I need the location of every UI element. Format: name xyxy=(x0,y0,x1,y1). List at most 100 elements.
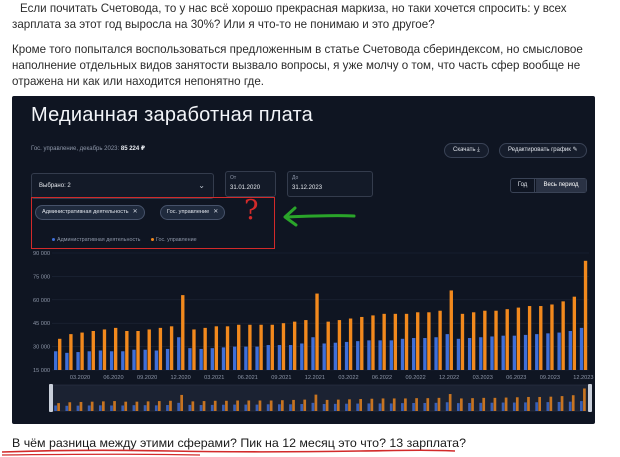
bar xyxy=(54,351,58,370)
bar xyxy=(579,327,584,370)
navigator-bar xyxy=(146,401,150,411)
bar xyxy=(471,312,476,370)
navigator-bar xyxy=(468,402,471,411)
bar xyxy=(423,338,427,370)
navigator-bar xyxy=(68,402,72,411)
navigator-bar xyxy=(426,398,430,411)
navigator-bar xyxy=(580,401,583,411)
navigator-bar xyxy=(482,397,486,411)
bar xyxy=(266,345,270,370)
bar xyxy=(371,315,375,370)
navigator-bar xyxy=(549,396,553,411)
bar xyxy=(233,346,237,370)
navigator-bar xyxy=(583,388,586,411)
navigator-bar xyxy=(98,405,102,411)
navigator-bar xyxy=(423,402,427,411)
x-tick-label: 12.2020 xyxy=(171,375,191,381)
navigator-bar xyxy=(79,401,83,411)
navigator-bar xyxy=(415,398,418,411)
navigator-bar xyxy=(535,402,538,411)
navigator-bar xyxy=(381,398,385,411)
navigator-bar xyxy=(132,405,136,411)
bar xyxy=(143,349,147,370)
bar xyxy=(456,338,461,370)
navigator-bar xyxy=(303,399,307,411)
bar xyxy=(378,340,382,370)
x-tick-label: 03.2020 xyxy=(70,375,90,381)
second-paragraph: Кроме того попытался воспользоваться пре… xyxy=(12,43,583,88)
bar xyxy=(561,301,565,370)
bar xyxy=(322,343,326,370)
bar xyxy=(516,307,521,370)
navigator-bar xyxy=(359,399,363,411)
bar xyxy=(404,313,409,370)
navigator-bar xyxy=(333,403,337,411)
bar xyxy=(109,351,114,370)
bar xyxy=(333,342,338,370)
navigator-bar xyxy=(401,403,404,411)
bar xyxy=(467,338,472,370)
bar xyxy=(438,310,442,370)
bar xyxy=(389,340,393,370)
y-tick-label: 45 000 xyxy=(33,321,50,327)
navigator-bar xyxy=(202,401,206,411)
bar xyxy=(400,338,405,370)
bar xyxy=(255,346,259,370)
bar xyxy=(393,313,398,370)
bar xyxy=(58,338,62,370)
navigator-bar xyxy=(456,403,460,411)
bar xyxy=(311,337,315,370)
navigator-bar xyxy=(87,405,91,411)
bar xyxy=(87,351,91,370)
navigator-bar xyxy=(210,404,214,411)
range-handle-right xyxy=(588,384,592,412)
bar xyxy=(494,310,498,370)
bar xyxy=(483,310,487,370)
navigator-bar xyxy=(166,405,169,411)
x-tick-label: 09.2023 xyxy=(540,375,560,381)
bar xyxy=(505,309,509,370)
bar xyxy=(304,320,308,370)
navigator-bar xyxy=(448,394,452,411)
navigator-bar xyxy=(515,397,519,411)
bar xyxy=(568,331,572,370)
navigator-bar xyxy=(437,397,441,411)
navigator-bar xyxy=(177,402,180,411)
y-tick-label: 30 000 xyxy=(33,345,50,351)
navigator-bar xyxy=(289,404,292,411)
y-tick-label: 90 000 xyxy=(33,251,50,257)
intro-paragraph: Если почитать Счетовода, то у нас всё хо… xyxy=(12,2,567,31)
bar xyxy=(288,345,293,370)
bar xyxy=(315,293,319,370)
bar-chart: 15 000 30 000 45 000 60 000 75 000 90 000 03.2… xyxy=(33,251,594,412)
bar xyxy=(416,312,420,370)
navigator-bar xyxy=(65,405,69,411)
navigator-bar xyxy=(311,402,315,411)
navigator-bar xyxy=(314,394,318,411)
bar xyxy=(348,318,353,370)
navigator-bar xyxy=(191,401,195,411)
bar xyxy=(113,327,118,370)
bar xyxy=(449,290,453,370)
navigator-bar xyxy=(188,404,192,411)
navigator-bar xyxy=(124,401,128,411)
bar xyxy=(225,326,230,370)
navigator-bar xyxy=(560,396,564,411)
bar xyxy=(65,352,69,370)
x-tick-label: 03.2021 xyxy=(204,375,224,381)
navigator-bar xyxy=(367,403,371,411)
navigator-bar xyxy=(336,399,340,411)
range-handle-left xyxy=(49,384,53,412)
bar xyxy=(80,332,84,370)
navigator-bar xyxy=(300,404,304,411)
bar xyxy=(583,260,588,370)
bar xyxy=(192,329,196,370)
navigator-bar xyxy=(546,402,550,411)
bar xyxy=(121,351,125,370)
x-tick-label: 12.2023 xyxy=(573,375,593,381)
bar xyxy=(367,340,371,370)
x-tick-label: 06.2020 xyxy=(103,375,123,381)
bar xyxy=(76,352,80,370)
bar xyxy=(501,335,505,370)
bar xyxy=(523,334,528,370)
